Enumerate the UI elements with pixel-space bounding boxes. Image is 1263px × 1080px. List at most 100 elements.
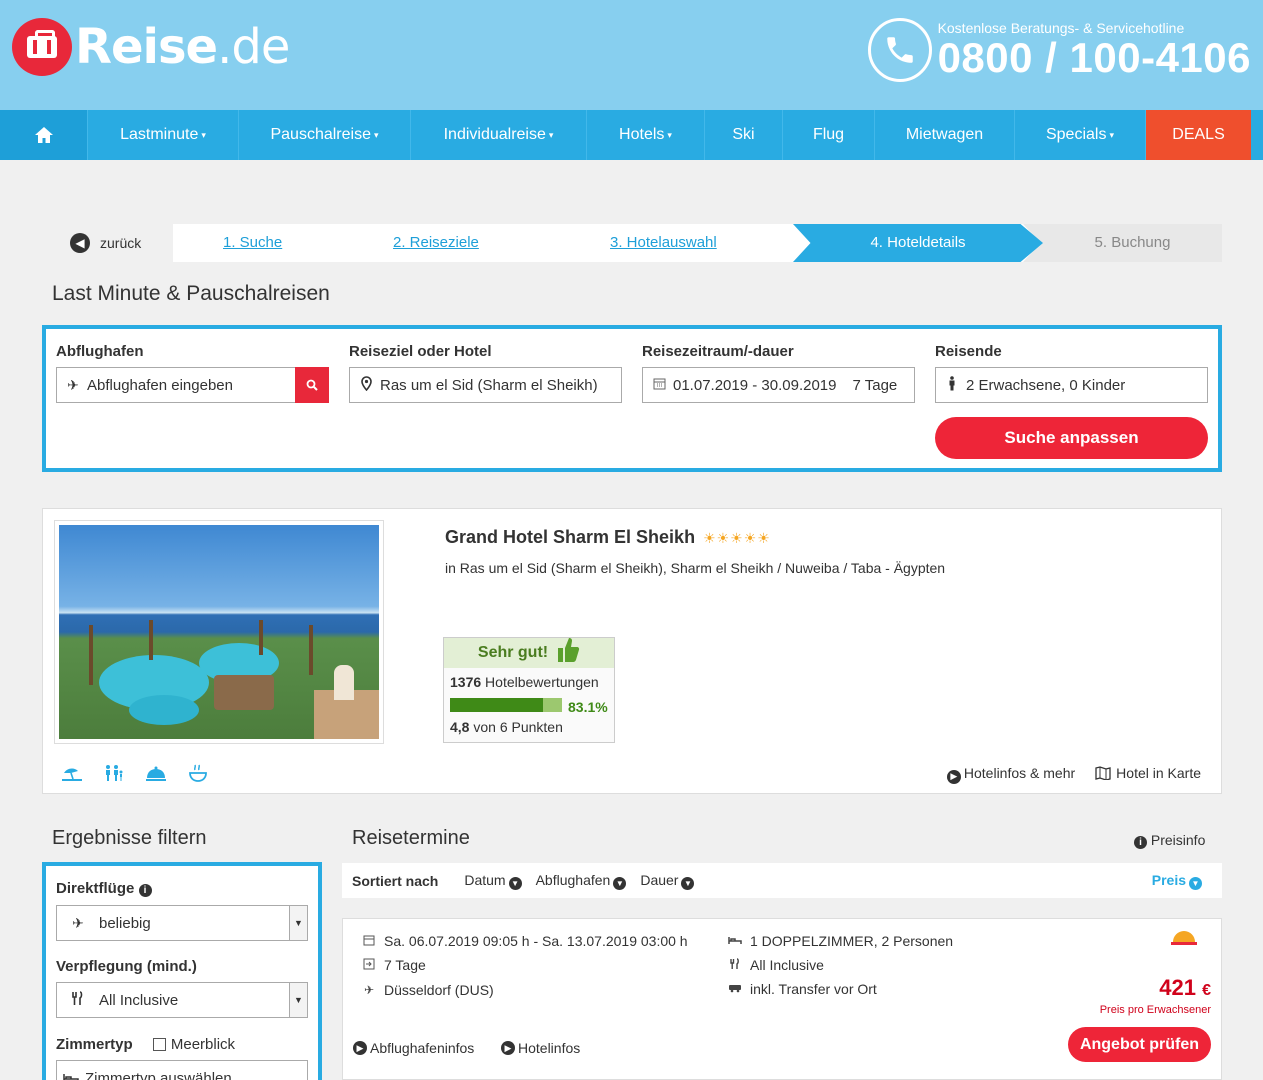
offer-hotel-info-link[interactable]: ▶ Hotelinfos	[501, 1040, 580, 1056]
travelers-label: Reisende	[935, 343, 1002, 360]
booking-steps: ◀ zurück 1. Suche 2. Reiseziele 3. Hotel…	[60, 224, 1222, 262]
hotel-location: in Ras um el Sid (Sharm el Sheikh), Shar…	[445, 560, 946, 576]
board-select[interactable]: All Inclusive ▼	[56, 982, 308, 1018]
back-link[interactable]: ◀ zurück	[60, 233, 173, 253]
hotel-name: Grand Hotel Sharm El Sheikh ☀☀☀☀☀	[445, 527, 771, 547]
hotel-info-link[interactable]: ▶ Hotelinfos & mehr	[946, 765, 1075, 784]
nav-item-ski[interactable]: Ski	[705, 110, 783, 160]
offer-card: Sa. 06.07.2019 09:05 h - Sa. 13.07.2019 …	[342, 918, 1222, 1080]
offer-duration: 7 Tage	[361, 957, 426, 973]
bus-icon	[727, 982, 743, 996]
nav-item-mietwagen[interactable]: Mietwagen	[875, 110, 1015, 160]
price-info-link[interactable]: i Preisinfo	[1134, 832, 1205, 849]
nav-item-individualreise[interactable]: Individualreise ▾	[411, 110, 587, 160]
rating-percent: 83.1%	[568, 699, 608, 715]
airport-info-link[interactable]: ▶ Abflughafeninfos	[353, 1040, 474, 1056]
sort-dauer[interactable]: Dauer ▼	[640, 872, 695, 890]
plane-icon: ✈	[363, 983, 375, 997]
filter-panel: Direktflüge i ✈ beliebig ▼ Verpflegung (…	[42, 862, 322, 1080]
departure-input[interactable]: ✈ Abflughafen eingeben	[56, 367, 329, 403]
search-icon[interactable]	[295, 367, 329, 403]
sort-preis[interactable]: Preis ▼	[1152, 872, 1202, 890]
calendar-icon	[649, 377, 669, 393]
home-icon[interactable]	[0, 110, 88, 160]
duration-icon	[361, 958, 377, 973]
check-offer-button[interactable]: Angebot prüfen	[1068, 1027, 1211, 1062]
hotel-map-link[interactable]: Hotel in Karte	[1095, 765, 1201, 784]
info-icon: i	[1134, 836, 1147, 849]
beach-icon	[61, 764, 83, 787]
sort-bar: Sortiert nach Datum ▼ Abflughafen ▼ Dauer ▼…	[342, 863, 1222, 898]
rating-headline: Sehr gut!	[477, 644, 549, 661]
offer-dates: Sa. 06.07.2019 09:05 h - Sa. 13.07.2019 …	[361, 933, 688, 949]
chevron-right-icon: ▶	[353, 1041, 367, 1055]
rating-box[interactable]: Sehr gut! 1376 Hotelbewertungen 83.1% 4,…	[443, 637, 615, 743]
cutlery-icon	[57, 991, 99, 1009]
filter-title: Ergebnisse filtern	[52, 827, 207, 849]
travelers-input[interactable]: 2 Erwachsene, 0 Kinder	[935, 367, 1208, 403]
hotel-card: Grand Hotel Sharm El Sheikh ☀☀☀☀☀ in Ras …	[42, 508, 1222, 794]
results-title: Reisetermine	[352, 827, 470, 849]
phone-icon	[867, 18, 932, 82]
destination-input[interactable]: Ras um el Sid (Sharm el Sheikh)	[349, 367, 622, 403]
room-type-label: Zimmertyp Meerblick	[56, 1036, 236, 1053]
nav-item-pauschalreise[interactable]: Pauschalreise ▾	[239, 110, 411, 160]
nav-item-specials[interactable]: Specials ▾	[1015, 110, 1146, 160]
family-icon	[103, 764, 125, 787]
step-suche[interactable]: 1. Suche	[223, 224, 282, 262]
site-header: Reise.de Kostenlose Beratungs- & Service…	[0, 0, 1263, 110]
sort-datum[interactable]: Datum ▼	[464, 872, 522, 890]
main-nav: Lastminute ▾ Pauschalreise ▾ Individualrei…	[0, 110, 1263, 160]
room-type-select[interactable]: Zimmertyp auswählen	[56, 1060, 308, 1080]
offer-price: 421 €	[1159, 975, 1211, 1000]
chevron-down-icon: ▼	[508, 876, 522, 890]
search-form: Abflughafen ✈ Abflughafen eingeben Reise…	[42, 325, 1222, 472]
nav-item-flug[interactable]: Flug	[783, 110, 875, 160]
step-reiseziele[interactable]: 2. Reiseziele	[393, 224, 479, 262]
site-logo[interactable]: Reise.de	[12, 18, 290, 76]
chevron-down-icon: ▼	[681, 876, 695, 890]
chevron-down-icon: ▼	[613, 876, 627, 890]
hotline: Kostenlose Beratungs- & Servicehotline 0…	[867, 18, 1251, 82]
step-hotelauswahl[interactable]: 3. Hotelauswahl	[610, 224, 717, 262]
thumbs-up-icon	[556, 636, 580, 670]
plane-icon: ✈	[72, 914, 84, 931]
nav-item-hotels[interactable]: Hotels ▾	[587, 110, 705, 160]
rating-bar	[450, 698, 562, 712]
sort-abflughafen[interactable]: Abflughafen ▼	[536, 872, 627, 890]
info-icon[interactable]: i	[138, 884, 152, 897]
hotline-number[interactable]: 0800 / 100-4106	[938, 36, 1251, 80]
search-submit-button[interactable]: Suche anpassen	[935, 417, 1208, 459]
sea-view-checkbox[interactable]: Meerblick	[152, 1036, 235, 1053]
chevron-down-icon: ▼	[289, 983, 307, 1017]
bed-icon	[57, 1070, 85, 1080]
bed-icon	[727, 934, 743, 948]
sort-label: Sortiert nach	[352, 872, 439, 889]
destination-label: Reiseziel oder Hotel	[349, 343, 492, 360]
offer-transfer: inkl. Transfer vor Ort	[727, 981, 877, 997]
nav-item-lastminute[interactable]: Lastminute ▾	[88, 110, 239, 160]
step-buchung: 5. Buchung	[1023, 224, 1222, 262]
map-icon	[1095, 766, 1111, 783]
review-count: 1376 Hotelbewertungen	[450, 674, 599, 690]
nav-item-deals[interactable]: DEALS	[1146, 110, 1251, 160]
departure-label: Abflughafen	[56, 343, 144, 360]
hotel-stars: ☀☀☀☀☀	[703, 530, 771, 546]
calendar-icon	[361, 934, 377, 949]
step-hoteldetails: 4. Hoteldetails	[793, 224, 1043, 262]
price-per-adult-label: Preis pro Erwachsener	[1099, 1004, 1211, 1016]
period-input[interactable]: 01.07.2019 - 30.09.2019 7 Tage	[642, 367, 915, 403]
chevron-down-icon: ▼	[289, 906, 307, 940]
sunset-icon	[1171, 929, 1197, 951]
person-icon	[942, 376, 962, 394]
chevron-right-icon: ▶	[946, 769, 961, 784]
map-pin-icon	[356, 376, 376, 394]
hotel-image[interactable]	[54, 520, 384, 744]
direct-flights-select[interactable]: ✈ beliebig ▼	[56, 905, 308, 941]
suitcase-icon	[12, 18, 72, 76]
period-label: Reisezeitraum/-dauer	[642, 343, 794, 360]
rating-score: 4,8 von 6 Punkten	[450, 719, 563, 735]
offer-board: All Inclusive	[727, 957, 824, 973]
spa-icon	[187, 764, 209, 787]
service-bell-icon	[145, 764, 167, 787]
